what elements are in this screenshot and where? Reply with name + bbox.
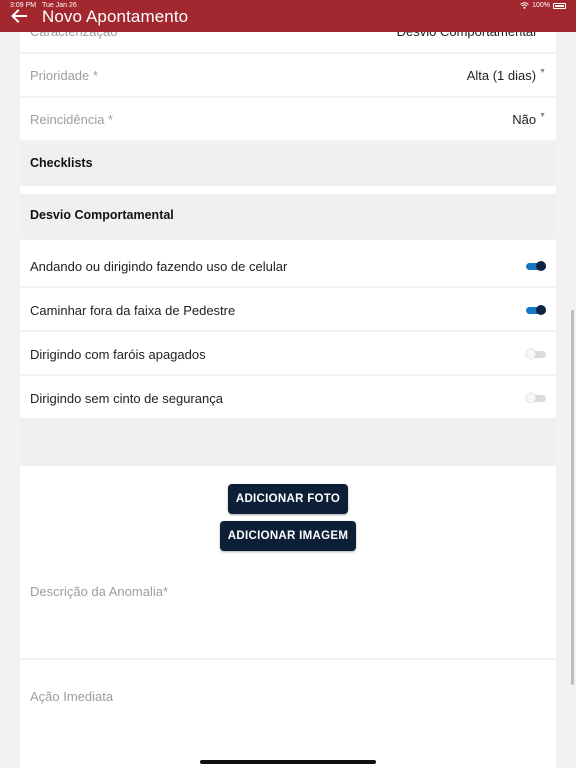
divider — [20, 186, 556, 194]
section-desvio-comportamental: Desvio Comportamental — [20, 194, 556, 238]
field-label: Reincidência * — [30, 112, 114, 127]
acao-imediata-field[interactable]: Ação Imediata — [20, 660, 556, 768]
checklist-item: Caminhar fora da faixa de Pedestre — [20, 288, 556, 330]
checklist-item-label: Dirigindo sem cinto de segurança — [30, 391, 223, 406]
section-title: Checklists — [30, 156, 93, 170]
add-image-button[interactable]: ADICIONAR IMAGEM — [220, 521, 356, 551]
checklist-item-label: Caminhar fora da faixa de Pedestre — [30, 303, 236, 318]
wifi-icon — [520, 2, 529, 9]
chevron-down-icon: ▼ — [539, 68, 546, 75]
back-button[interactable] — [10, 8, 28, 24]
checklist-item: Dirigindo sem cinto de segurança — [20, 376, 556, 418]
descricao-placeholder: Descrição da Anomalia* — [30, 584, 169, 599]
field-reincidencia[interactable]: Reincidência * Não ▼ — [20, 98, 556, 140]
toggle-switch[interactable] — [526, 393, 546, 403]
app-header: 3:09 PM Tue Jan 26 100% Novo Apontamento — [0, 0, 576, 32]
toggle-switch[interactable] — [526, 305, 546, 315]
field-prioridade[interactable]: Prioridade * Alta (1 dias) ▼ — [20, 54, 556, 96]
toggle-switch[interactable] — [526, 349, 546, 359]
checklist-item-label: Andando ou dirigindo fazendo uso de celu… — [30, 259, 288, 274]
battery-percent: 100% — [532, 2, 550, 9]
page-title: Novo Apontamento — [42, 7, 189, 26]
arrow-left-icon — [11, 9, 27, 23]
checklist-item-label: Dirigindo com faróis apagados — [30, 347, 206, 362]
field-label: Prioridade * — [30, 68, 98, 83]
checklist-item: Andando ou dirigindo fazendo uso de celu… — [20, 240, 556, 286]
home-indicator — [200, 760, 376, 764]
add-photo-button[interactable]: ADICIONAR FOTO — [228, 484, 348, 514]
section-title: Desvio Comportamental — [30, 208, 174, 222]
field-value-text: Alta (1 dias) — [466, 68, 537, 83]
toggle-switch[interactable] — [526, 261, 546, 271]
field-value-text: Não — [512, 112, 537, 127]
field-value: Alta (1 dias) ▼ — [467, 68, 546, 83]
status-indicators: 100% — [520, 2, 566, 9]
checklist-item: Dirigindo com faróis apagados — [20, 332, 556, 374]
spacer — [20, 418, 556, 466]
scrollbar[interactable] — [571, 310, 574, 685]
field-value: Não ▼ — [512, 112, 546, 127]
acao-placeholder: Ação Imediata — [30, 689, 114, 704]
battery-icon — [553, 2, 566, 9]
chevron-down-icon: ▼ — [539, 112, 546, 119]
section-checklists: Checklists — [20, 142, 556, 186]
